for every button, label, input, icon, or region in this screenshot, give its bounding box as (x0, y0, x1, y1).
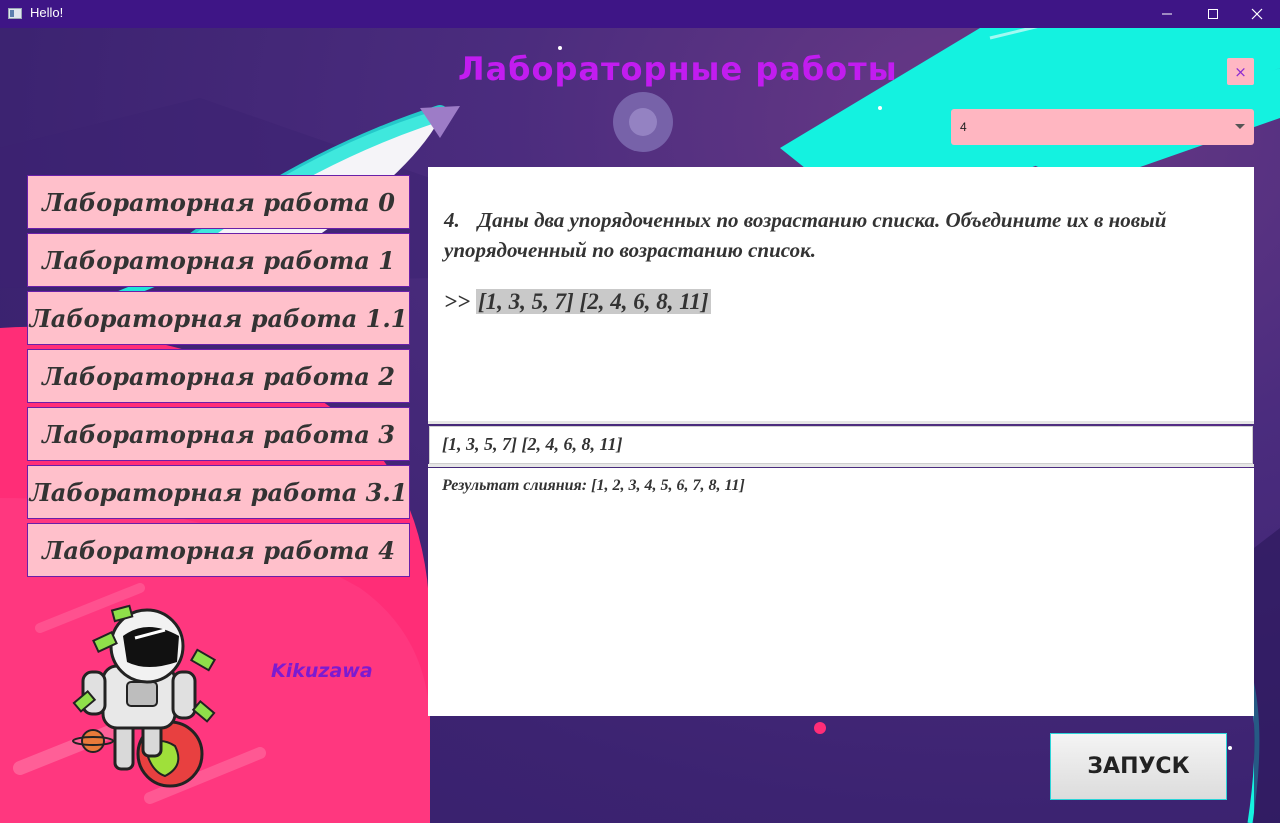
window-title: Hello! (30, 5, 64, 20)
input-field[interactable]: [1, 3, 5, 7] [2, 4, 6, 8, 11] (429, 426, 1253, 464)
task-select-value: 4 (960, 120, 967, 134)
chevron-down-icon (1235, 124, 1245, 129)
task-text: 4. Даны два упорядоченных по возрастанию … (444, 205, 1234, 265)
author-label: Kikuzawa (271, 660, 373, 682)
lab-button-4[interactable]: Лабораторная работа 4 (27, 523, 410, 577)
minimize-icon (1162, 13, 1172, 15)
lab-button-0[interactable]: Лабораторная работа 0 (27, 175, 410, 229)
lab-button-2[interactable]: Лабораторная работа 2 (27, 349, 410, 403)
lab-button-3-1[interactable]: Лабораторная работа 3.1 (27, 465, 410, 519)
task-number: 4. (444, 208, 460, 232)
close-panel-button[interactable]: × (1227, 58, 1254, 85)
app-icon (8, 8, 22, 19)
task-example: >> [1, 3, 5, 7] [2, 4, 6, 8, 11] (444, 289, 711, 315)
output-text: Результат слияния: [1, 2, 3, 4, 5, 6, 7,… (442, 477, 745, 494)
lab-button-1-1[interactable]: Лабораторная работа 1.1 (27, 291, 410, 345)
maximize-icon (1208, 9, 1218, 19)
task-description-panel: 4. Даны два упорядоченных по возрастанию … (428, 167, 1254, 421)
page-title: Лабораторные работы (458, 50, 898, 88)
astronaut-illustration (72, 604, 217, 788)
close-icon (1251, 8, 1263, 20)
task-select[interactable]: 4 (951, 109, 1254, 145)
maximize-button[interactable] (1190, 0, 1236, 28)
window-close-button[interactable] (1234, 0, 1280, 28)
lab-button-1[interactable]: Лабораторная работа 1 (27, 233, 410, 287)
example-prompt: >> (444, 289, 471, 314)
example-input: [1, 3, 5, 7] [2, 4, 6, 8, 11] (475, 289, 711, 314)
output-panel: Результат слияния: [1, 2, 3, 4, 5, 6, 7,… (428, 468, 1254, 716)
divider (428, 421, 1254, 424)
divider (428, 464, 1254, 467)
window-titlebar: Hello! (0, 0, 1280, 28)
lab-list: Лабораторная работа 0 Лабораторная работ… (27, 175, 410, 581)
task-description: Даны два упорядоченных по возрастанию сп… (444, 208, 1167, 262)
run-button[interactable]: ЗАПУСК (1050, 733, 1227, 800)
minimize-button[interactable] (1144, 0, 1190, 28)
lab-button-3[interactable]: Лабораторная работа 3 (27, 407, 410, 461)
